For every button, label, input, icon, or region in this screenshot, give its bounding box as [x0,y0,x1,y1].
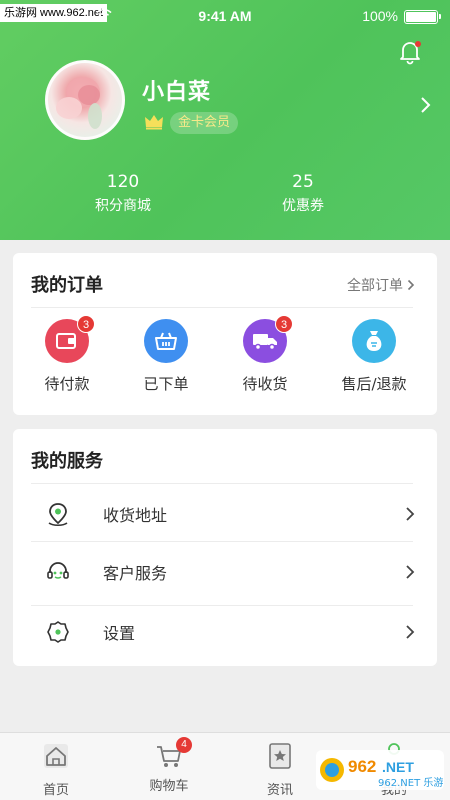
order-after-sales[interactable]: 售后/退款 [329,319,419,394]
order-placed[interactable]: 已下单 [121,319,211,394]
stat-value: 25 [292,172,314,192]
chevron-right-icon [407,279,415,291]
basket-icon [144,319,188,363]
member-level-badge: 金卡会员 [170,112,239,134]
money-bag-icon [352,319,396,363]
stat-points-mall[interactable]: 120 积分商城 [63,172,183,215]
divider [31,483,413,484]
svg-text:.NET: .NET [382,759,414,775]
service-label: 收货地址 [103,506,168,525]
watermark-bottom-text: 962.NET 乐游网 [378,776,444,789]
cart-icon: 4 [154,737,192,771]
divider [31,541,413,542]
tab-label: 首页 [42,783,69,798]
truck-icon: 3 [243,315,293,363]
headset-icon [47,562,69,579]
news-icon [269,743,291,769]
orders-card: 我的订单 全部订单 3 待付款 已下单 3 待收货 售后/退款 [13,253,437,415]
bell-icon[interactable] [396,38,424,66]
order-badge: 3 [77,315,95,333]
order-label: 售后/退款 [341,375,407,393]
svg-text:962: 962 [348,757,376,776]
view-all-orders-link[interactable]: 全部订单 [347,275,415,295]
divider [31,307,413,308]
stat-label: 积分商城 [95,198,151,214]
home-icon [44,744,68,768]
wallet-icon: 3 [45,315,95,363]
service-label: 设置 [103,624,136,643]
orders-title: 我的订单 [31,275,103,296]
tab-news[interactable]: 资讯 [235,741,325,798]
profile-chevron-right-icon[interactable] [420,96,432,114]
username: 小白菜 [142,80,212,105]
status-bar: 乐游网 www.962.net 9:41 AM 100% [0,0,450,32]
service-settings[interactable]: 设置 [31,603,415,661]
order-label: 已下单 [143,375,189,393]
watermark-logo: 962 .NET 962.NET 乐游网 [316,750,444,790]
settings-icon [47,621,69,643]
service-shipping-address[interactable]: 收货地址 [31,485,415,543]
service-customer-service[interactable]: 客户服务 [31,543,415,601]
services-title: 我的服务 [31,451,103,472]
chevron-right-icon [406,625,415,639]
tab-label: 资讯 [266,783,293,798]
battery-icon [404,10,441,24]
service-label: 客户服务 [103,564,168,583]
crown-icon [145,115,163,130]
battery-percent: 100% [362,8,398,24]
stat-value: 120 [106,172,140,192]
view-all-orders-label: 全部订单 [347,278,403,294]
order-badge: 3 [275,315,293,333]
tab-label: 购物车 [149,779,189,794]
order-to-receive[interactable]: 3 待收货 [220,315,310,394]
cart-badge: 4 [176,737,192,753]
services-card: 我的服务 收货地址 客户服务 设置 [13,429,437,666]
avatar[interactable] [45,60,125,140]
tab-cart[interactable]: 4 购物车 [124,737,214,794]
order-label: 待收货 [242,375,288,393]
stat-label: 优惠券 [282,198,324,214]
order-label: 待付款 [44,375,90,393]
order-pending-payment[interactable]: 3 待付款 [22,315,112,394]
location-icon [48,503,68,527]
chevron-right-icon [406,507,415,521]
tab-home[interactable]: 首页 [11,741,101,798]
stat-coupons[interactable]: 25 优惠券 [243,172,363,215]
profile-header: 乐游网 www.962.net 9:41 AM 100% 小白菜 金卡会员 12… [0,0,450,240]
chevron-right-icon [406,565,415,579]
